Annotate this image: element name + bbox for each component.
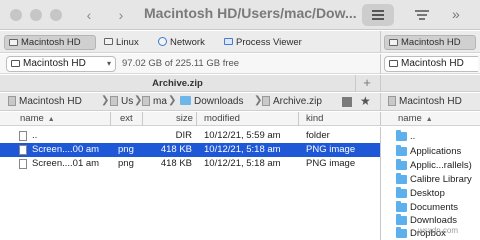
table-row[interactable]: Screen....01 am png 418 KB 10/12/21, 5:1… — [0, 157, 380, 171]
panel-divider — [380, 31, 381, 53]
hard-drive-icon — [104, 38, 113, 45]
image-file-icon — [19, 159, 27, 169]
folder-icon — [396, 214, 407, 225]
filter-button[interactable] — [406, 4, 438, 26]
list-item[interactable]: .. — [384, 129, 480, 144]
sort-ascending-icon: ▲ — [47, 116, 55, 123]
list-item[interactable]: Applic...rallels) — [384, 158, 480, 173]
breadcrumb: Macintosh HD ❯ Us ❯ ma ❯ Downloads ❯ Arc… — [0, 93, 480, 111]
drive-tab-process-viewer[interactable]: Process Viewer — [220, 35, 310, 50]
list-view-button[interactable] — [362, 4, 394, 26]
column-divider — [298, 112, 299, 126]
panel-divider — [380, 127, 381, 240]
breadcrumb-item-macintosh-hd[interactable]: Macintosh HD — [8, 95, 100, 109]
drive-tab-macintosh-hd[interactable]: Macintosh HD — [4, 35, 96, 50]
chevron-right-icon: ❯ — [101, 95, 110, 106]
folder-icon — [180, 96, 191, 105]
more-icon[interactable]: » — [452, 4, 476, 26]
folder-icon — [396, 227, 407, 238]
breadcrumb-item-archive[interactable]: Archive.zip — [262, 95, 338, 109]
minimize-window-button[interactable] — [30, 9, 42, 21]
list-item[interactable]: Desktop — [384, 186, 480, 201]
add-tab-button[interactable]: + — [358, 75, 376, 92]
column-divider — [110, 112, 111, 126]
stop-icon[interactable] — [342, 97, 352, 107]
chevron-down-icon: ▾ — [106, 59, 111, 68]
zoom-window-button[interactable] — [50, 9, 62, 21]
title-bar: ‹ › Macintosh HD/Users/mac/Dow... » — [0, 0, 480, 30]
folder-icon — [396, 159, 407, 170]
column-header-row: name ▲ ext size modified kind name ▲ — [0, 112, 480, 126]
breadcrumb-item-mac[interactable]: ma — [142, 95, 168, 109]
hard-drive-icon — [9, 39, 18, 46]
file-icon — [19, 131, 27, 141]
free-space-label: 97.02 GB of 225.11 GB free — [122, 58, 240, 69]
table-row-selected[interactable]: Screen....00 am png 418 KB 10/12/21, 5:1… — [0, 143, 380, 157]
column-divider — [196, 112, 197, 126]
drive-bar: Macintosh HD Linux Network Process Viewe… — [0, 31, 480, 53]
drive-tab-network[interactable]: Network — [154, 35, 214, 50]
forward-icon[interactable]: › — [114, 6, 128, 24]
chevron-right-icon: ❯ — [168, 95, 177, 106]
hard-drive-icon — [11, 60, 20, 67]
folder-icon — [396, 201, 407, 212]
panel-divider — [380, 112, 381, 126]
list-item[interactable]: Calibre Library — [384, 172, 480, 187]
right-breadcrumb-macintosh-hd[interactable]: Macintosh HD — [388, 95, 478, 109]
breadcrumb-item-downloads[interactable]: Downloads — [180, 95, 260, 109]
list-item[interactable]: Applications — [384, 144, 480, 159]
right-column-header-name[interactable]: name ▲ — [398, 113, 433, 124]
panel-divider — [380, 54, 381, 74]
close-window-button[interactable] — [10, 9, 22, 21]
table-row[interactable]: .. DIR 10/12/21, 5:59 am folder — [0, 129, 380, 143]
panel-divider — [380, 93, 381, 111]
folder-tab-bar: Archive.zip + — [0, 75, 480, 92]
folder-icon — [396, 130, 407, 141]
folder-icon — [396, 187, 407, 198]
watermark: wsxdn.com — [418, 226, 459, 235]
file-icon — [262, 96, 270, 106]
right-drive-tab-macintosh-hd[interactable]: Macintosh HD — [384, 35, 476, 50]
sort-ascending-icon: ▲ — [425, 116, 433, 123]
window-title: Macintosh HD/Users/mac/Dow... — [144, 5, 357, 21]
panel-divider — [380, 75, 381, 92]
globe-icon — [158, 37, 167, 46]
folder-icon — [396, 173, 407, 184]
column-header-kind[interactable]: kind — [306, 113, 323, 124]
volume-bar: Macintosh HD ▾ 97.02 GB of 225.11 GB fre… — [0, 54, 480, 74]
right-volume-select[interactable]: Macintosh HD — [384, 56, 478, 72]
column-header-ext[interactable]: ext — [120, 113, 133, 124]
hard-drive-icon — [389, 39, 398, 46]
star-icon[interactable]: ★ — [360, 94, 371, 108]
column-divider — [142, 112, 143, 126]
tab-archive[interactable]: Archive.zip — [0, 75, 356, 92]
column-header-modified[interactable]: modified — [204, 113, 240, 124]
monitor-icon — [224, 38, 233, 45]
column-header-size[interactable]: size — [176, 113, 193, 124]
column-header-name[interactable]: name ▲ — [20, 113, 55, 124]
hard-drive-icon — [8, 96, 16, 106]
hard-drive-icon — [389, 60, 398, 67]
hard-drive-icon — [388, 96, 396, 106]
drive-tab-linux[interactable]: Linux — [100, 35, 146, 50]
home-folder-icon — [110, 96, 118, 106]
home-folder-icon — [142, 96, 150, 106]
back-icon[interactable]: ‹ — [82, 6, 96, 24]
image-file-icon — [19, 145, 27, 155]
breadcrumb-item-users[interactable]: Us — [110, 95, 134, 109]
volume-select[interactable]: Macintosh HD ▾ — [6, 56, 116, 72]
folder-icon — [396, 145, 407, 156]
